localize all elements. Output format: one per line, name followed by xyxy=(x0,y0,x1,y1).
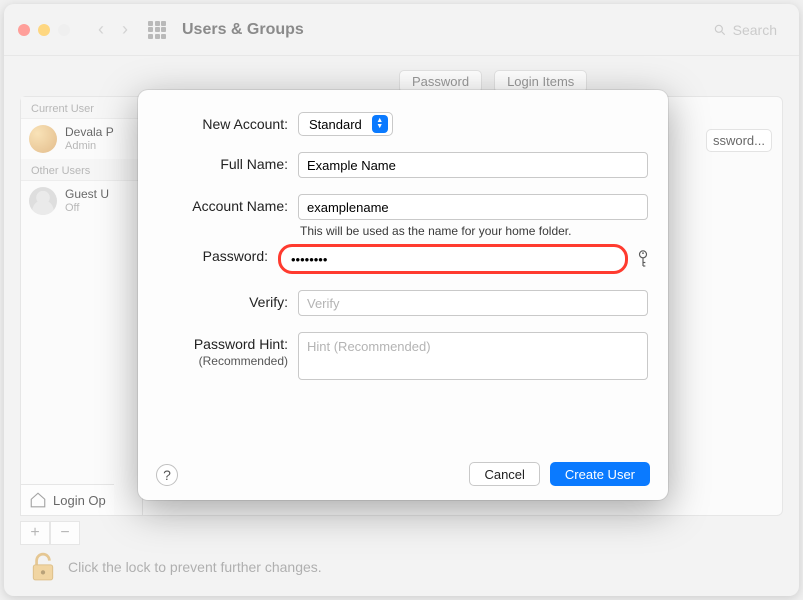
avatar xyxy=(29,125,57,153)
avatar xyxy=(29,187,57,215)
sidebar-header-other: Other Users xyxy=(21,159,142,181)
traffic-lights xyxy=(18,24,70,36)
account-type-value: Standard xyxy=(309,117,362,132)
page-title: Users & Groups xyxy=(182,21,304,39)
create-user-button[interactable]: Create User xyxy=(550,462,650,486)
users-sidebar: Current User Devala P Admin Other Users … xyxy=(21,97,143,515)
sidebar-item-current-user[interactable]: Devala P Admin xyxy=(21,119,142,159)
account-type-select[interactable]: Standard ▲▼ xyxy=(298,112,393,136)
show-all-icon[interactable] xyxy=(148,21,166,39)
label-password-hint: Password Hint: (Recommended) xyxy=(156,332,298,368)
user-role: Admin xyxy=(65,140,114,152)
search-field[interactable]: Search xyxy=(705,18,785,42)
close-window-button[interactable] xyxy=(18,24,30,36)
new-user-sheet: New Account: Standard ▲▼ Full Name: Acco… xyxy=(138,90,668,500)
chevron-up-down-icon: ▲▼ xyxy=(372,115,388,133)
cancel-button[interactable]: Cancel xyxy=(469,462,539,486)
change-password-button[interactable]: ssword... xyxy=(706,129,772,152)
forward-button[interactable]: › xyxy=(122,19,128,40)
search-placeholder: Search xyxy=(733,22,777,38)
zoom-window-button[interactable] xyxy=(58,24,70,36)
account-name-input[interactable] xyxy=(298,194,648,220)
label-full-name: Full Name: xyxy=(156,152,298,172)
key-icon[interactable] xyxy=(636,249,650,269)
password-input[interactable] xyxy=(278,244,628,274)
user-status: Off xyxy=(65,202,109,214)
login-options-row[interactable]: Login Op xyxy=(20,484,114,516)
nav-arrows: ‹ › xyxy=(98,19,128,40)
help-button[interactable]: ? xyxy=(156,464,178,486)
label-account-name: Account Name: xyxy=(156,194,298,214)
label-password: Password: xyxy=(156,244,278,264)
label-verify: Verify: xyxy=(156,290,298,310)
lock-text: Click the lock to prevent further change… xyxy=(68,559,322,575)
lock-row: Click the lock to prevent further change… xyxy=(30,552,322,582)
minimize-window-button[interactable] xyxy=(38,24,50,36)
search-icon xyxy=(713,23,727,37)
password-hint-input[interactable] xyxy=(298,332,648,380)
lock-open-icon[interactable] xyxy=(30,552,56,582)
verify-input[interactable] xyxy=(298,290,648,316)
user-name: Devala P xyxy=(65,126,114,139)
home-icon xyxy=(29,491,47,509)
back-button[interactable]: ‹ xyxy=(98,19,104,40)
sidebar-header-current: Current User xyxy=(21,97,142,119)
label-new-account: New Account: xyxy=(156,112,298,132)
remove-user-button[interactable]: − xyxy=(50,521,80,545)
full-name-input[interactable] xyxy=(298,152,648,178)
account-name-hint: This will be used as the name for your h… xyxy=(300,224,650,238)
sidebar-item-guest[interactable]: Guest U Off xyxy=(21,181,142,221)
login-options-label: Login Op xyxy=(53,493,106,508)
window-toolbar: ‹ › Users & Groups Search xyxy=(4,4,799,56)
add-remove-row: + − xyxy=(20,521,80,545)
user-name: Guest U xyxy=(65,188,109,201)
add-user-button[interactable]: + xyxy=(20,521,50,545)
